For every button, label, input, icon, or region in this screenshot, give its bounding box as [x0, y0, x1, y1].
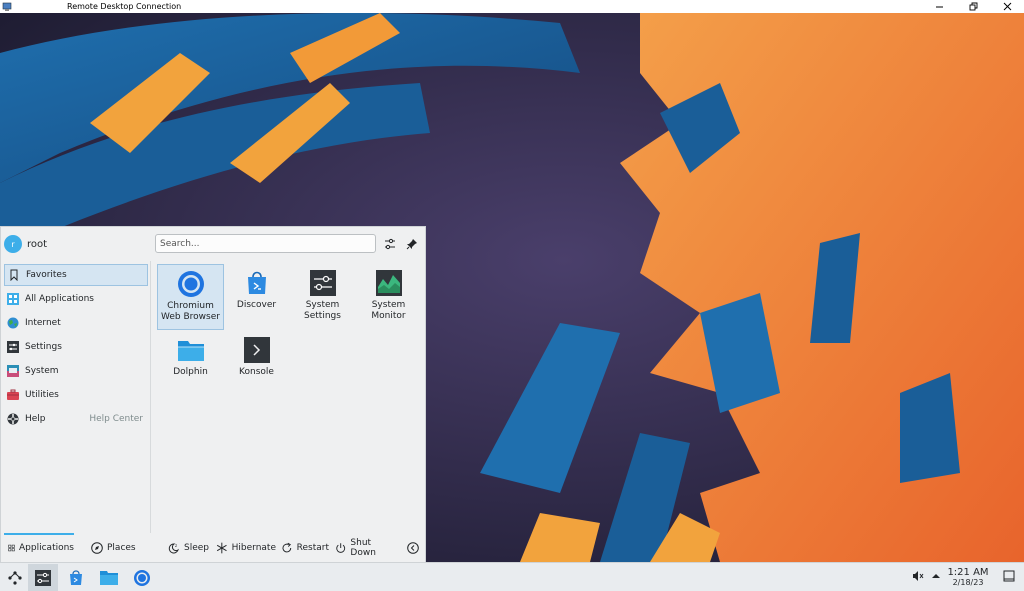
- sidebar-item-favorites[interactable]: Favorites: [4, 264, 148, 286]
- task-discover[interactable]: [61, 564, 91, 591]
- launcher-sidebar: Favorites All Applications Internet Sett…: [1, 261, 151, 533]
- task-system-settings[interactable]: [28, 564, 58, 591]
- chromium-icon: [134, 569, 150, 586]
- window-titlebar: Remote Desktop Connection: [0, 0, 1024, 13]
- app-tile-konsole[interactable]: Konsole: [223, 331, 290, 397]
- pin-button[interactable]: [403, 235, 421, 253]
- more-power-button[interactable]: [407, 533, 421, 563]
- app-tile-system-settings[interactable]: System Settings: [289, 264, 356, 330]
- remote-desktop-icon: [2, 2, 12, 11]
- launcher-header: r root Search...: [1, 227, 425, 261]
- username: root: [27, 238, 48, 250]
- folder-icon: [177, 341, 204, 361]
- show-desktop-icon: [1003, 570, 1015, 582]
- app-tile-dolphin[interactable]: Dolphin: [157, 331, 224, 397]
- pin-icon: [406, 239, 417, 250]
- task-chromium[interactable]: [127, 564, 157, 591]
- hibernate-button[interactable]: Hibernate: [216, 533, 276, 563]
- settings-icon: [7, 341, 19, 353]
- app-tile-chromium[interactable]: Chromium Web Browser: [157, 264, 224, 330]
- all-apps-icon: [7, 293, 19, 305]
- system-settings-icon: [309, 270, 336, 296]
- tab-applications[interactable]: Applications: [4, 533, 74, 563]
- snowflake-icon: [216, 542, 227, 554]
- help-center-link: Help Center: [89, 414, 143, 424]
- configure-icon: [385, 238, 395, 250]
- restore-button[interactable]: [956, 0, 990, 13]
- search-placeholder: Search...: [160, 238, 200, 249]
- digital-clock[interactable]: 1:21 AM 2/18/23: [940, 567, 996, 588]
- sidebar-item-internet[interactable]: Internet: [4, 312, 148, 334]
- system-settings-icon: [35, 569, 51, 586]
- compass-icon: [91, 542, 103, 554]
- sidebar-item-all-applications[interactable]: All Applications: [4, 288, 148, 310]
- discover-icon: [70, 569, 82, 585]
- application-launcher: r root Search... Favorites All Applicati…: [0, 226, 426, 562]
- close-icon: [1003, 2, 1011, 11]
- bookmark-icon: [10, 269, 18, 281]
- help-icon: [7, 413, 19, 425]
- folder-icon: [100, 570, 118, 585]
- sleep-button[interactable]: z Sleep: [168, 533, 213, 563]
- discover-icon: [247, 271, 266, 294]
- tab-places[interactable]: Places: [91, 533, 141, 563]
- sidebar-item-utilities[interactable]: Utilities: [4, 384, 148, 406]
- chevron-left-icon: [407, 542, 419, 554]
- configure-button[interactable]: [381, 235, 399, 253]
- terminal-icon: [243, 337, 270, 363]
- globe-icon: [7, 317, 19, 329]
- favorites-grid: Chromium Web Browser Discover System Set…: [154, 261, 425, 533]
- show-desktop-button[interactable]: [1002, 569, 1016, 583]
- launcher-icon: [8, 570, 22, 585]
- minimize-icon: [935, 6, 943, 8]
- sleep-icon: z: [168, 543, 179, 554]
- power-icon: [336, 543, 346, 553]
- restart-icon: [282, 542, 292, 553]
- volume-button[interactable]: [911, 569, 925, 583]
- task-dolphin[interactable]: [94, 564, 124, 591]
- system-monitor-icon: [375, 270, 402, 296]
- window-title: Remote Desktop Connection: [67, 2, 182, 11]
- close-button[interactable]: [990, 0, 1024, 13]
- sidebar-item-settings[interactable]: Settings: [4, 336, 148, 358]
- svg-text:z: z: [175, 543, 177, 548]
- sidebar-item-help[interactable]: Help Help Center: [4, 408, 148, 430]
- launcher-button[interactable]: [0, 564, 30, 591]
- app-tile-discover[interactable]: Discover: [223, 264, 290, 330]
- system-icon: [7, 365, 19, 377]
- chromium-icon: [177, 271, 204, 297]
- launcher-footer: Applications Places z Sleep Hibernate Re…: [1, 533, 425, 563]
- avatar[interactable]: r: [4, 235, 22, 253]
- clock-time: 1:21 AM: [947, 567, 989, 578]
- sidebar-item-system[interactable]: System: [4, 360, 148, 382]
- taskbar: 1:21 AM 2/18/23: [0, 562, 1024, 591]
- minimize-button[interactable]: [922, 0, 956, 13]
- toolbox-icon: [7, 389, 19, 400]
- restart-button[interactable]: Restart: [281, 533, 329, 563]
- clock-date: 2/18/23: [952, 578, 984, 587]
- applications-icon: [8, 544, 15, 552]
- app-tile-system-monitor[interactable]: System Monitor: [355, 264, 422, 330]
- volume-muted-icon: [913, 571, 924, 581]
- shutdown-button[interactable]: Shut Down: [335, 533, 397, 563]
- restore-icon: [969, 2, 977, 11]
- search-input[interactable]: Search...: [155, 234, 376, 253]
